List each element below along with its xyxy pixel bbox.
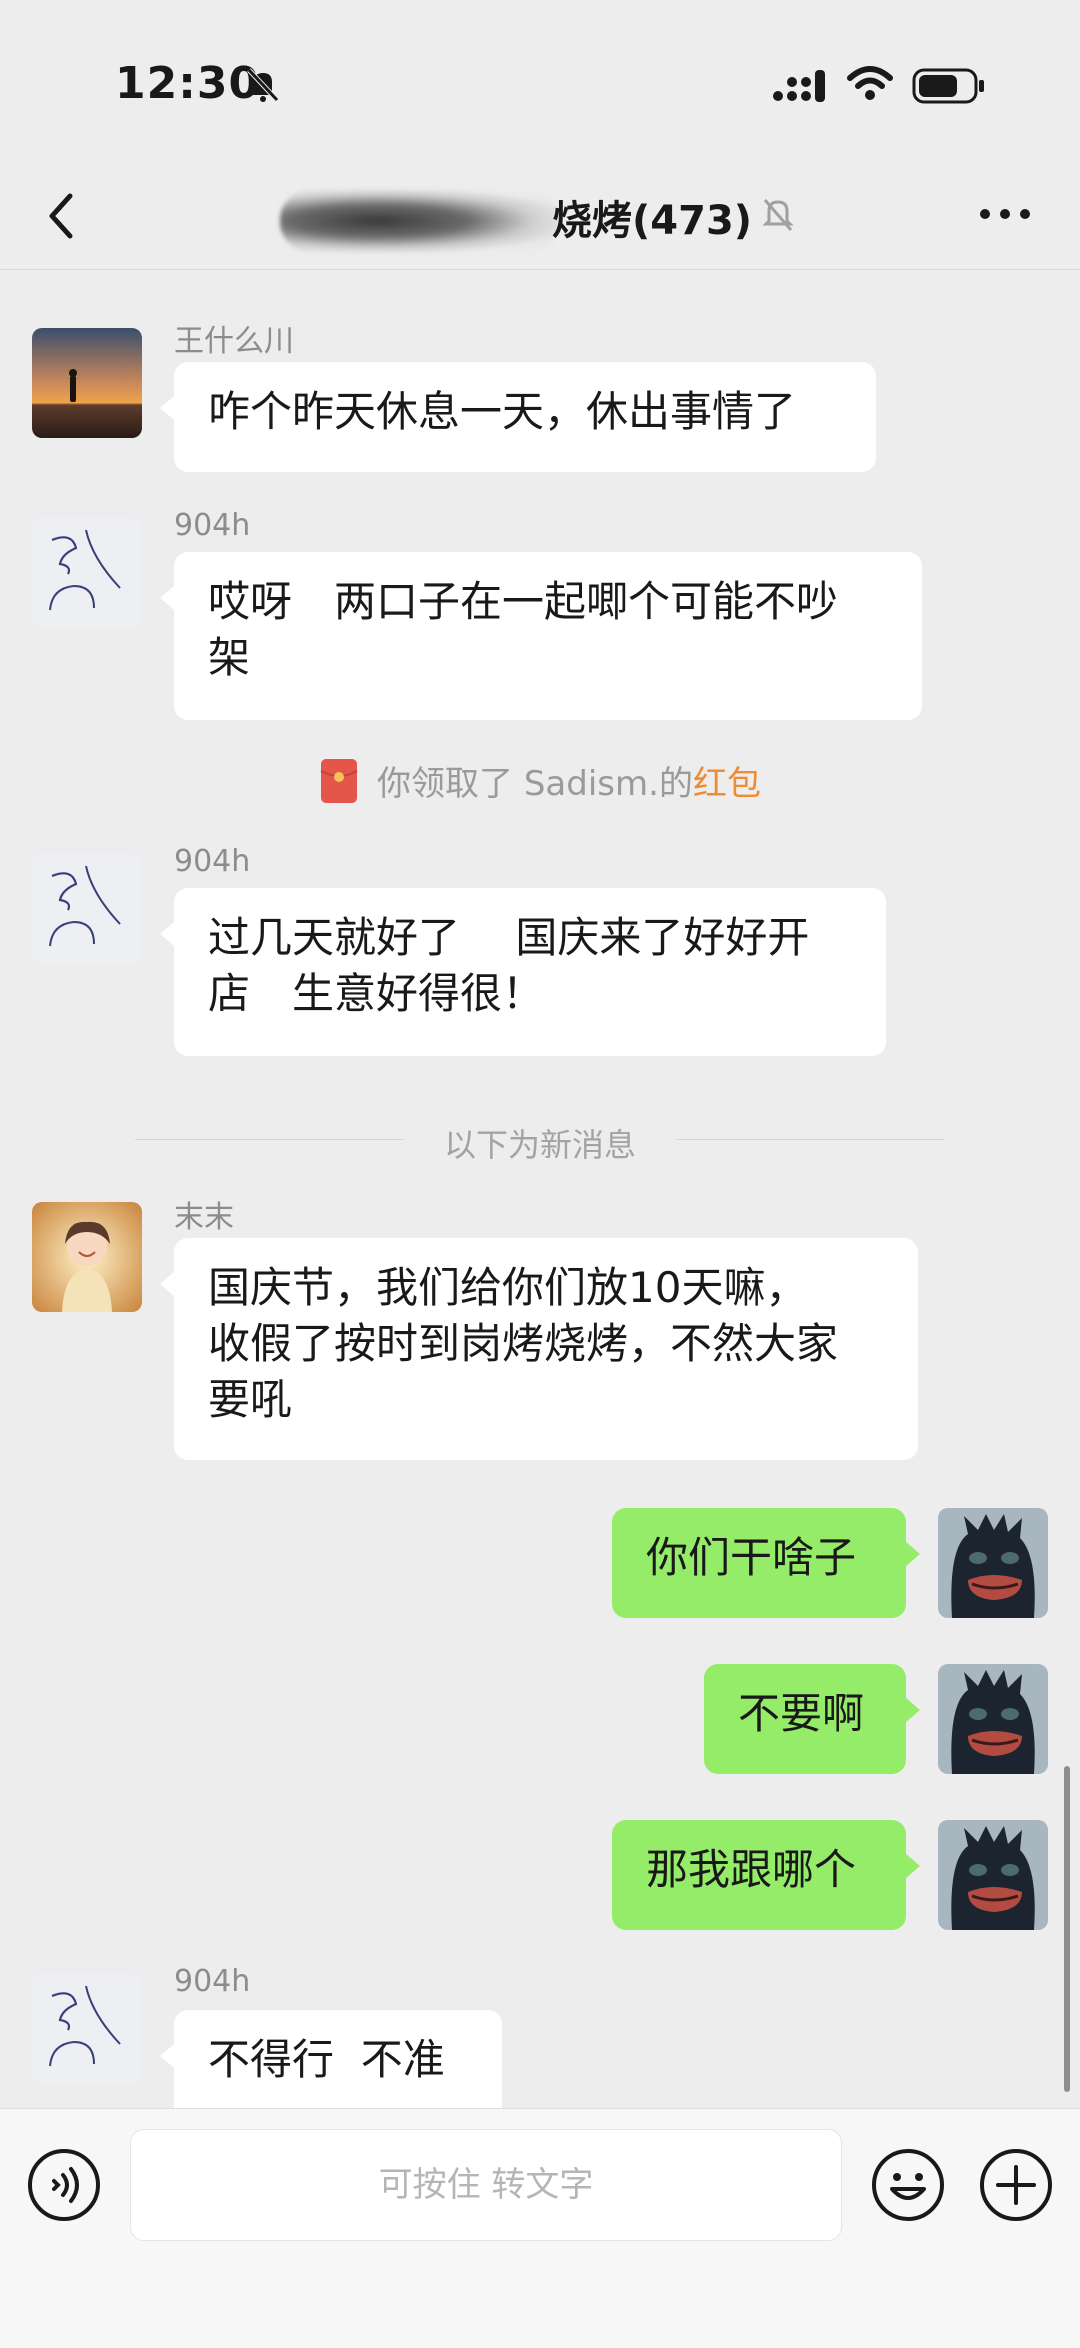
message-bubble[interactable]: 咋个昨天休息一天，休出事情了 bbox=[160, 362, 876, 472]
input-bar: 可按住 转文字 bbox=[0, 2108, 1080, 2348]
bell-slash-icon bbox=[247, 68, 279, 102]
new-messages-divider: 以下为新消息 bbox=[0, 1120, 1080, 1164]
signal-icon bbox=[773, 70, 825, 102]
plus-icon[interactable] bbox=[978, 2147, 1054, 2223]
sender-name: 904h bbox=[174, 844, 251, 879]
my-message-bubble[interactable]: 那我跟哪个 bbox=[612, 1820, 920, 1930]
sender-name: 904h bbox=[174, 1964, 251, 1999]
redpacket-notice: 你领取了 Sadism.的红包 bbox=[0, 756, 1080, 805]
emoji-icon[interactable] bbox=[870, 2147, 946, 2223]
sender-name: 王什么川 bbox=[174, 324, 294, 359]
avatar-sunset[interactable] bbox=[32, 328, 142, 438]
scrollbar[interactable] bbox=[1064, 1766, 1070, 2092]
redpacket-link[interactable]: 红包 bbox=[693, 764, 761, 804]
voice-icon[interactable] bbox=[26, 2147, 102, 2223]
chevron-left-icon[interactable] bbox=[40, 186, 84, 246]
avatar-monster[interactable] bbox=[938, 1508, 1048, 1618]
status-bar: 12:30 bbox=[0, 0, 1080, 170]
message-bubble[interactable]: 不得行 不准 bbox=[160, 2010, 502, 2108]
redpacket-text: 你领取了 Sadism.的 bbox=[377, 764, 693, 804]
more-dots-icon[interactable] bbox=[978, 202, 1032, 226]
avatar-line-art[interactable] bbox=[32, 518, 142, 628]
red-packet-icon bbox=[320, 759, 358, 803]
status-time: 12:30 bbox=[115, 58, 261, 109]
chat-title: 烧烤(473) bbox=[552, 198, 753, 244]
my-message-bubble[interactable]: 不要啊 bbox=[704, 1664, 920, 1774]
chat-header: 烧烤(473) bbox=[0, 170, 1080, 270]
battery-icon bbox=[912, 68, 984, 104]
avatar-monster[interactable] bbox=[938, 1820, 1048, 1930]
sender-name: 904h bbox=[174, 508, 251, 543]
message-bubble[interactable]: 国庆节，我们给你们放10天嘛， 收假了按时到岗烤烧烤，不然大家 要吼 bbox=[160, 1238, 918, 1460]
avatar-line-art[interactable] bbox=[32, 1974, 142, 2084]
message-bubble[interactable]: 哎呀 两口子在一起唧个可能不吵 架 bbox=[160, 552, 922, 720]
message-input[interactable]: 可按住 转文字 bbox=[130, 2129, 842, 2241]
my-message-bubble[interactable]: 你们干啥子 bbox=[612, 1508, 920, 1618]
avatar-cartoon-girl[interactable] bbox=[32, 1202, 142, 1312]
avatar-monster[interactable] bbox=[938, 1664, 1048, 1774]
redacted-title-blur bbox=[280, 190, 560, 252]
avatar-line-art[interactable] bbox=[32, 854, 142, 964]
sender-name: 末末 bbox=[174, 1200, 234, 1235]
message-bubble[interactable]: 过几天就好了 国庆来了好好开 店 生意好得很！ bbox=[160, 888, 886, 1056]
bell-slash-icon bbox=[762, 199, 794, 231]
wifi-icon bbox=[847, 66, 893, 100]
